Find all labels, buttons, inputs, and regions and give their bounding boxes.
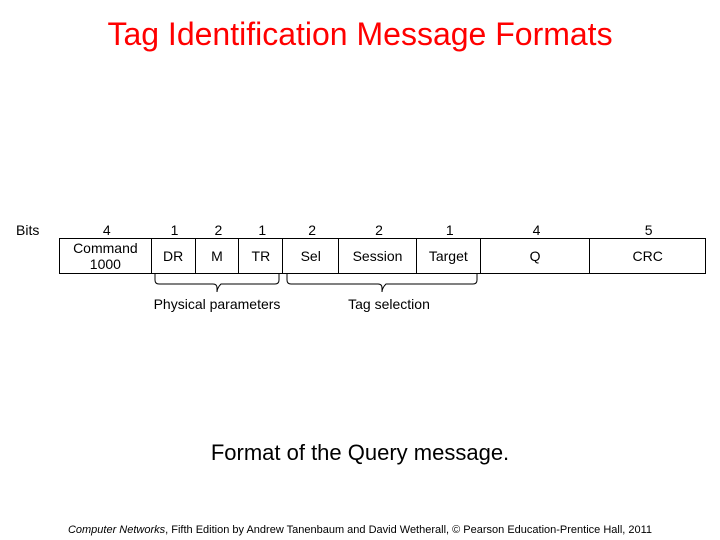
- footer-rest: , Fifth Edition by Andrew Tanenbaum and …: [165, 524, 652, 536]
- field-dr: DR: [152, 239, 196, 273]
- field-label: Command1000: [73, 240, 138, 272]
- fields-row: Command1000 DR M TR Sel Session Target Q…: [59, 238, 706, 274]
- bit-count: 1: [240, 222, 284, 238]
- slide: Tag Identification Message Formats Bits …: [0, 0, 720, 540]
- bit-count: 2: [196, 222, 240, 238]
- annotation-row: Physical parameters Tag selection: [59, 274, 706, 334]
- footer-book-title: Computer Networks: [68, 524, 165, 536]
- field-crc: CRC: [590, 239, 705, 273]
- field-label: Target: [429, 248, 468, 264]
- annotation-physical-text: Physical parameters: [129, 296, 305, 312]
- bits-row: Bits 4 1 2 1 2 2 1 4 5: [14, 222, 706, 238]
- field-label: Q: [530, 248, 541, 264]
- annotation-tag-selection-text: Tag selection: [319, 296, 459, 312]
- bit-count: 2: [340, 222, 418, 238]
- field-label: TR: [252, 248, 271, 264]
- figure-caption: Format of the Query message.: [0, 440, 720, 466]
- field-target: Target: [417, 239, 481, 273]
- bracket-physical: [151, 274, 283, 294]
- field-session: Session: [339, 239, 417, 273]
- bit-count: 1: [153, 222, 197, 238]
- bit-count: 4: [61, 222, 153, 238]
- bit-count: 1: [418, 222, 482, 238]
- field-label: Sel: [301, 248, 321, 264]
- bits-label: Bits: [14, 222, 61, 238]
- field-tr: TR: [239, 239, 283, 273]
- field-command: Command1000: [60, 239, 152, 273]
- field-label: Session: [353, 248, 403, 264]
- bracket-tag-selection: [283, 274, 481, 294]
- footer: Computer Networks, Fifth Edition by Andr…: [0, 524, 720, 536]
- field-m: M: [196, 239, 240, 273]
- bit-count: 5: [591, 222, 706, 238]
- field-q: Q: [481, 239, 591, 273]
- message-format-diagram: Bits 4 1 2 1 2 2 1 4 5 Command1000 DR M …: [14, 222, 706, 334]
- field-label: M: [211, 248, 223, 264]
- slide-title: Tag Identification Message Formats: [0, 16, 720, 53]
- bit-count: 2: [284, 222, 340, 238]
- field-label: DR: [163, 248, 183, 264]
- field-label: CRC: [632, 248, 662, 264]
- field-sel: Sel: [283, 239, 339, 273]
- bit-count: 4: [482, 222, 592, 238]
